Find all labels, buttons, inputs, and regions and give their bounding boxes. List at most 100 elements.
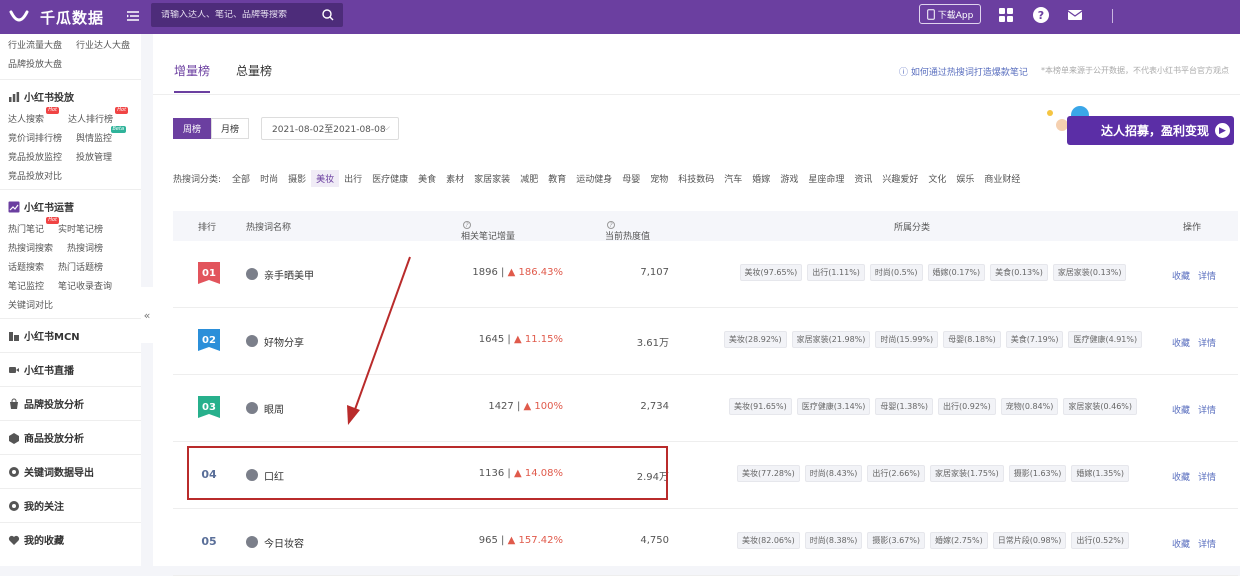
- category-chip[interactable]: 资讯: [849, 170, 877, 187]
- box-icon: [9, 432, 19, 444]
- sidebar-section-operation: 小红书运营 热门笔记 Hot 实时笔记榜 热搜词搜索 热搜词榜 话题搜索 热门话题…: [0, 189, 141, 318]
- growth-rate: 100%: [534, 401, 563, 412]
- detail-button[interactable]: 详情: [1198, 470, 1216, 483]
- detail-button[interactable]: 详情: [1198, 537, 1216, 550]
- topbar-divider: [1112, 9, 1113, 23]
- sidebar-link[interactable]: 竞品投放监控: [8, 150, 62, 163]
- detail-button[interactable]: 详情: [1198, 336, 1216, 349]
- category-chip[interactable]: 星座命理: [803, 170, 849, 187]
- sidebar-link[interactable]: 笔记监控: [8, 279, 44, 292]
- category-chip[interactable]: 汽车: [719, 170, 747, 187]
- category-chip[interactable]: 出行: [339, 170, 367, 187]
- download-app-button[interactable]: 下载App: [919, 4, 981, 24]
- category-chip[interactable]: 商业财经: [979, 170, 1025, 187]
- category-chip[interactable]: 全部: [227, 170, 255, 187]
- category-tag: 母婴(1.38%): [875, 398, 934, 415]
- favorite-button[interactable]: 收藏: [1172, 269, 1190, 282]
- apps-grid-icon[interactable]: [997, 6, 1015, 24]
- sidebar-link[interactable]: 热搜词搜索: [8, 241, 53, 254]
- keyword-name[interactable]: 亲手晒美甲: [264, 267, 314, 282]
- sidebar-link[interactable]: 实时笔记榜: [58, 222, 103, 235]
- sidebar-link[interactable]: 投放管理: [76, 150, 112, 163]
- recruit-banner[interactable]: 达人招募，盈利变现 ▶: [1040, 105, 1236, 145]
- category-chip[interactable]: 宠物: [645, 170, 673, 187]
- category-chip[interactable]: 医疗健康: [367, 170, 413, 187]
- category-tag: 出行(0.52%): [1071, 532, 1130, 549]
- category-tag: 时尚(8.38%): [804, 532, 863, 549]
- keyword-icon: [246, 536, 258, 548]
- sidebar-collapse-button[interactable]: «: [141, 287, 153, 343]
- sidebar-item-brand-analysis[interactable]: 品牌投放分析: [0, 386, 141, 420]
- category-chip[interactable]: 运动健身: [571, 170, 617, 187]
- favorite-button[interactable]: 收藏: [1172, 336, 1190, 349]
- menu-toggle-icon[interactable]: [126, 9, 140, 23]
- sidebar-link-industry-traffic[interactable]: 行业流量大盘: [8, 38, 62, 51]
- detail-button[interactable]: 详情: [1198, 269, 1216, 282]
- sidebar-link[interactable]: 舆情监控 Beta: [76, 126, 127, 144]
- category-chip[interactable]: 文化: [923, 170, 951, 187]
- mail-icon[interactable]: [1066, 6, 1084, 24]
- sidebar-item-favorites[interactable]: 我的收藏: [0, 522, 141, 556]
- help-link[interactable]: ⓘ 如何通过热搜词打造爆款笔记: [899, 65, 1028, 78]
- sidebar-link-industry-kol[interactable]: 行业达人大盘: [76, 38, 130, 51]
- sidebar-link[interactable]: 笔记收录查询: [58, 279, 112, 292]
- heart-icon: [8, 535, 20, 545]
- detail-button[interactable]: 详情: [1198, 403, 1216, 416]
- category-chip[interactable]: 素材: [441, 170, 469, 187]
- favorite-button[interactable]: 收藏: [1172, 470, 1190, 483]
- sidebar-item-live[interactable]: 小红书直播: [0, 352, 141, 386]
- sidebar-link[interactable]: 热门笔记 Hot: [8, 217, 60, 235]
- header-notes[interactable]: 相关笔记增量?: [461, 220, 515, 242]
- row-actions: 收藏 详情: [1172, 403, 1216, 416]
- favorite-button[interactable]: 收藏: [1172, 403, 1190, 416]
- sidebar-link[interactable]: 关键词对比: [8, 298, 53, 311]
- category-chip[interactable]: 母婴: [617, 170, 645, 187]
- category-chip[interactable]: 兴趣爱好: [877, 170, 923, 187]
- table-row: 02 好物分享 1645 | ▲ 11.15% 3.61万 美妆(28.92%) 家居家装…: [173, 308, 1238, 375]
- sidebar-link[interactable]: 话题搜索: [8, 260, 44, 273]
- keyword-name[interactable]: 今日妆容: [264, 535, 304, 550]
- category-chip[interactable]: 家居家装: [469, 170, 515, 187]
- category-chip[interactable]: 科技数码: [673, 170, 719, 187]
- sidebar-item-keyword-export[interactable]: 关键词数据导出: [0, 454, 141, 488]
- favorite-button[interactable]: 收藏: [1172, 537, 1190, 550]
- logo[interactable]: 千瓜数据: [8, 6, 104, 28]
- sidebar-section-title[interactable]: 小红书投放: [0, 89, 141, 104]
- sidebar-link[interactable]: 竞品投放对比: [8, 169, 62, 182]
- period-weekly[interactable]: 周榜: [173, 118, 211, 139]
- header-heat[interactable]: 当前热度值?: [605, 220, 650, 242]
- date-range-select[interactable]: 2021-08-02至2021-08-08 ⌵: [261, 117, 399, 140]
- sidebar-item-mcn[interactable]: 小红书MCN: [0, 318, 141, 352]
- category-chip[interactable]: 摄影: [283, 170, 311, 187]
- search-button[interactable]: [313, 3, 343, 27]
- tab-increment[interactable]: 增量榜: [174, 62, 211, 93]
- tab-total[interactable]: 总量榜: [236, 62, 272, 93]
- period-monthly[interactable]: 月榜: [211, 118, 249, 139]
- growth-up-icon: ▲: [523, 401, 532, 412]
- sidebar-link-brand-placement[interactable]: 品牌投放大盘: [8, 57, 62, 70]
- category-chip[interactable]: 减肥: [515, 170, 543, 187]
- row-actions: 收藏 详情: [1172, 537, 1216, 550]
- category-chip[interactable]: 教育: [543, 170, 571, 187]
- sidebar-section-title[interactable]: 小红书运营: [0, 199, 141, 214]
- keyword-name[interactable]: 眼周: [264, 401, 284, 416]
- category-chip[interactable]: 婚嫁: [747, 170, 775, 187]
- category-chip[interactable]: 美妆: [311, 170, 340, 187]
- chart-bar-icon: [9, 91, 20, 102]
- sidebar-link[interactable]: 热搜词榜: [67, 241, 103, 254]
- category-chip[interactable]: 娱乐: [951, 170, 979, 187]
- category-chip[interactable]: 时尚: [255, 170, 283, 187]
- sidebar-link[interactable]: 达人排行榜 Hot: [68, 107, 129, 125]
- search-input[interactable]: [151, 10, 313, 20]
- help-icon[interactable]: ?: [1032, 6, 1050, 24]
- sidebar-link[interactable]: 达人搜索 Hot: [8, 107, 60, 125]
- category-chip[interactable]: 游戏: [775, 170, 803, 187]
- sidebar-item-following[interactable]: 我的关注: [0, 488, 141, 522]
- sidebar-link[interactable]: 热门话题榜: [58, 260, 103, 273]
- sidebar-link[interactable]: 竞价词排行榜: [8, 131, 62, 144]
- category-chip[interactable]: 美食: [413, 170, 441, 187]
- logo-icon: [9, 10, 29, 22]
- category-tag: 时尚(8.43%): [804, 465, 863, 482]
- sidebar-item-product-analysis[interactable]: 商品投放分析: [0, 420, 141, 454]
- keyword-name[interactable]: 好物分享: [264, 334, 304, 349]
